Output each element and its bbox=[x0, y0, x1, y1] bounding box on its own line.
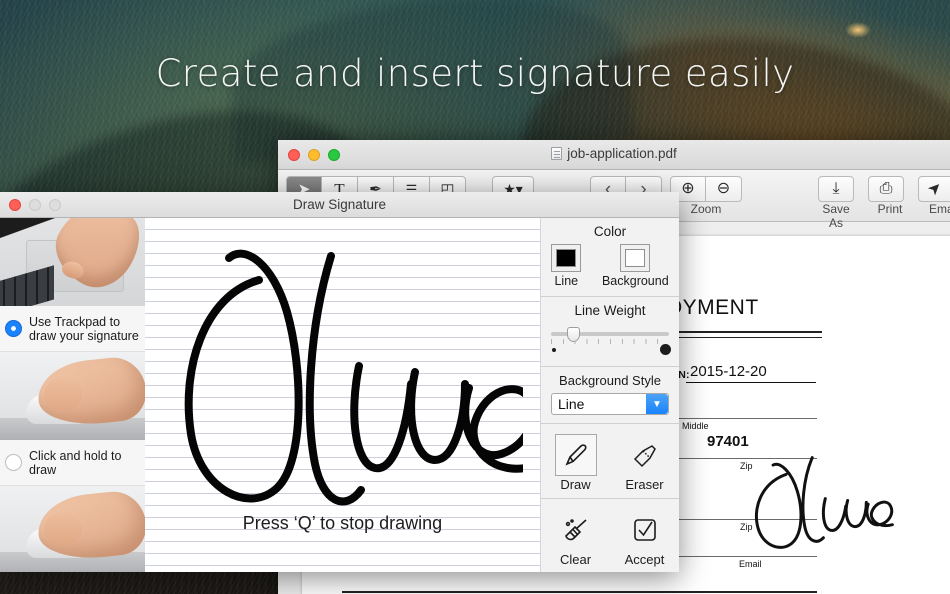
mouse-hand-photo-2 bbox=[0, 486, 145, 572]
input-method-trackpad-label: Use Trackpad to draw your signature bbox=[29, 314, 139, 343]
broom-icon-box[interactable] bbox=[555, 509, 597, 551]
pdf-titlebar: job-application.pdf bbox=[278, 140, 950, 170]
line-weight-slider[interactable] bbox=[551, 324, 671, 358]
min-weight-dot-icon bbox=[552, 348, 556, 352]
input-method-click-click[interactable]: Click to draw, click to stop drawing bbox=[0, 486, 145, 572]
line-weight-section: Line Weight bbox=[541, 297, 679, 367]
pdf-window-title: job-application.pdf bbox=[278, 146, 950, 161]
pen-icon bbox=[564, 444, 587, 466]
zoom-out-button[interactable]: ⊖ bbox=[706, 176, 742, 202]
draw-signature-dialog: Draw Signature Use Trackpad to draw your… bbox=[0, 192, 679, 572]
line-color-label: Line bbox=[554, 274, 579, 288]
background-color-swatch[interactable] bbox=[620, 244, 651, 272]
sunset-glow bbox=[845, 22, 871, 38]
background-style-select[interactable]: Line ▼ bbox=[551, 393, 669, 415]
save-download-icon: ⤓ bbox=[832, 180, 840, 197]
background-style-section: Background Style Line ▼ bbox=[541, 367, 679, 424]
clear-accept-section: Clear Accept bbox=[541, 499, 679, 572]
section-rule-1 bbox=[342, 591, 817, 593]
background-color-label: Background bbox=[601, 274, 669, 288]
zip-label-1: Zip bbox=[740, 461, 753, 471]
draw-tool-label: Draw bbox=[560, 477, 591, 492]
input-method-list: Use Trackpad to draw your signature Clic… bbox=[0, 218, 145, 572]
zoom-group-label: Zoom bbox=[690, 202, 722, 216]
tool-group-actions: ⤓ ⎙ ➤ bbox=[818, 176, 950, 202]
tool-group-zoom: ⊕ ⊖ bbox=[670, 176, 742, 202]
signature-canvas[interactable]: Press ‘Q’ to stop drawing bbox=[145, 218, 540, 572]
dialog-body: Use Trackpad to draw your signature Clic… bbox=[0, 218, 679, 572]
broom-icon bbox=[564, 519, 587, 541]
color-heading: Color bbox=[593, 224, 627, 239]
background-style-heading: Background Style bbox=[559, 373, 661, 388]
input-method-click-hold-label: Click and hold to draw bbox=[29, 448, 122, 477]
print-label: Print bbox=[877, 202, 903, 216]
radio-click-hold[interactable] bbox=[5, 454, 22, 471]
magnifier-plus-icon: ⊕ bbox=[681, 180, 695, 197]
input-method-trackpad-row[interactable]: Use Trackpad to draw your signature bbox=[0, 306, 145, 352]
dialog-title: Draw Signature bbox=[292, 197, 387, 212]
radio-trackpad[interactable] bbox=[5, 320, 22, 337]
check-box-icon bbox=[633, 519, 656, 541]
canvas-hint-text: Press ‘Q’ to stop drawing bbox=[242, 513, 443, 533]
accept-action-cell[interactable]: Accept bbox=[610, 503, 679, 571]
email-label: Email bbox=[928, 202, 950, 216]
paper-plane-icon: ➤ bbox=[924, 177, 947, 200]
middle-name-label: Middle bbox=[682, 421, 709, 431]
eraser-icon bbox=[633, 445, 656, 468]
printer-icon: ⎙ bbox=[879, 180, 893, 197]
pdf-filename: job-application.pdf bbox=[567, 146, 677, 161]
date-of-application-value: 2015-12-20 bbox=[690, 363, 767, 380]
print-button[interactable]: ⎙ bbox=[868, 176, 904, 202]
max-weight-dot-icon bbox=[660, 344, 671, 355]
background-color-cell[interactable]: Background bbox=[602, 244, 669, 288]
input-method-click-hold-row[interactable]: Click and hold to draw bbox=[0, 440, 145, 486]
eraser-tool-cell[interactable]: Eraser bbox=[610, 428, 679, 496]
draw-tool-cell[interactable]: Draw bbox=[541, 428, 610, 496]
drawn-signature-ink bbox=[184, 249, 523, 506]
slider-knob[interactable] bbox=[567, 327, 580, 342]
save-as-button[interactable]: ⤓ bbox=[818, 176, 854, 202]
checkbox-icon-box[interactable] bbox=[624, 509, 666, 551]
zip-value: 97401 bbox=[707, 433, 749, 450]
clear-action-cell[interactable]: Clear bbox=[541, 503, 610, 571]
background-style-value: Line bbox=[558, 396, 585, 412]
pdf-file-icon bbox=[551, 147, 563, 160]
zip-label-2: Zip bbox=[740, 522, 753, 532]
eraser-icon-box[interactable] bbox=[624, 434, 666, 476]
chevron-down-icon[interactable]: ▼ bbox=[646, 394, 668, 414]
hero-headline: Create and insert signature easily bbox=[155, 52, 795, 95]
accept-label: Accept bbox=[624, 552, 665, 567]
pen-icon-box[interactable] bbox=[554, 434, 597, 476]
signature-tool-panel: Color Line Background Line Weight Backgr… bbox=[540, 218, 679, 572]
mouse-hand-photo-1 bbox=[0, 352, 145, 440]
line-color-swatch[interactable] bbox=[551, 244, 582, 272]
line-weight-heading: Line Weight bbox=[574, 303, 646, 318]
draw-eraser-section: Draw Eraser bbox=[541, 424, 679, 499]
screenshot-root: Create and insert signature easily job-a… bbox=[0, 0, 950, 594]
line-color-cell[interactable]: Line bbox=[551, 244, 582, 288]
color-section: Color Line Background bbox=[541, 218, 679, 297]
eraser-tool-label: Eraser bbox=[625, 477, 664, 492]
magnifier-minus-icon: ⊖ bbox=[716, 180, 731, 197]
input-method-trackpad[interactable]: Use Trackpad to draw your signature bbox=[0, 218, 145, 352]
email-label: Email bbox=[739, 559, 762, 569]
input-method-click-hold[interactable]: Click and hold to draw bbox=[0, 352, 145, 486]
date-underline bbox=[686, 382, 816, 383]
save-as-label: Save As bbox=[822, 202, 850, 230]
dialog-titlebar: Draw Signature bbox=[0, 192, 679, 218]
trackpad-finger-photo bbox=[0, 218, 145, 306]
email-button[interactable]: ➤ bbox=[918, 176, 950, 202]
clear-label: Clear bbox=[559, 552, 592, 567]
